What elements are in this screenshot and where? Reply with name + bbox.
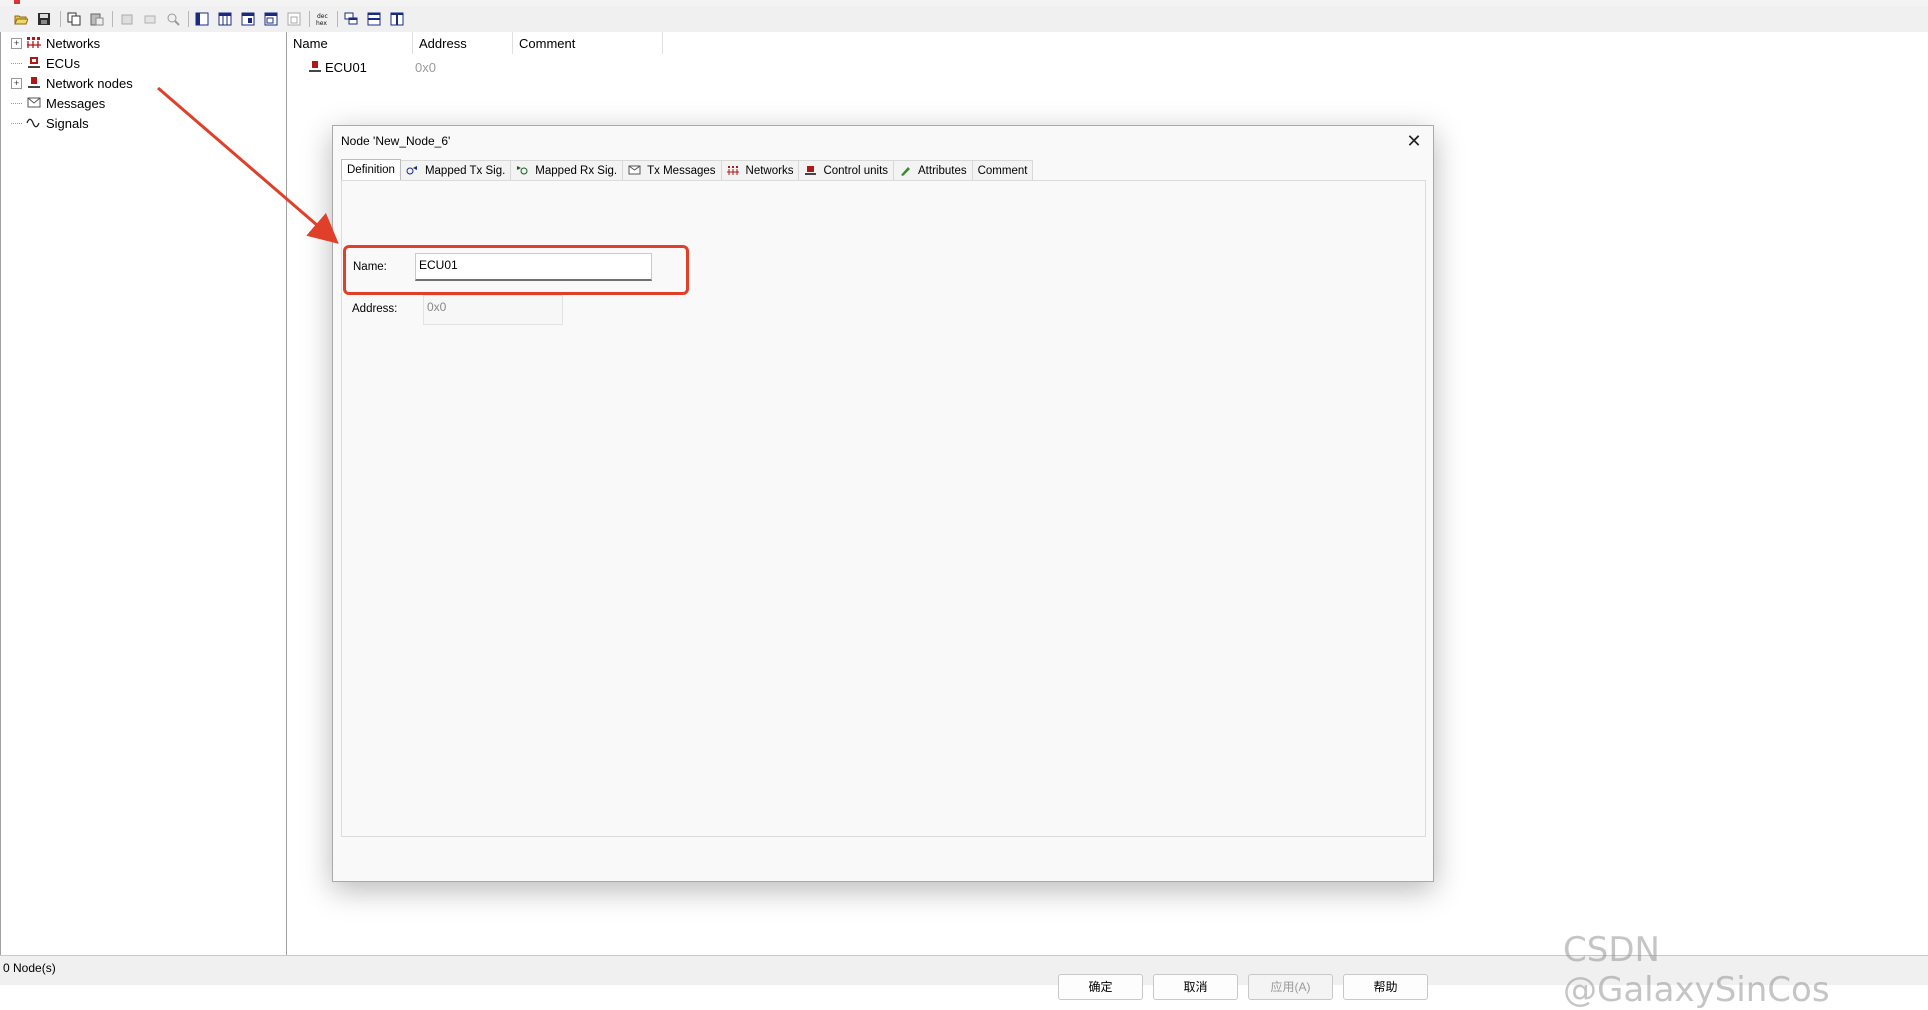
attributes-pen-icon (899, 165, 912, 176)
open-folder-icon[interactable] (12, 10, 30, 28)
dialog-title: Node 'New_Node_6' (341, 134, 451, 148)
apply-button[interactable]: 应用(A) (1248, 974, 1333, 1000)
tree-item-network-nodes[interactable]: + Network nodes (11, 73, 133, 93)
name-field-highlight-box (343, 245, 689, 295)
view-columns-icon[interactable] (216, 10, 234, 28)
watermark: CSDN @GalaxySinCos (1563, 930, 1830, 1010)
tab-label: Definition (347, 164, 395, 176)
node-count-status: 0 Node(s) (3, 961, 56, 975)
tab-mapped-tx-sig[interactable]: Mapped Tx Sig. (399, 160, 512, 180)
cascade-windows-icon[interactable] (342, 10, 360, 28)
svg-text:hex: hex (316, 20, 327, 26)
column-header-comment[interactable]: Comment (513, 32, 663, 54)
view-details-icon[interactable] (239, 10, 257, 28)
toolbar: dec hex (0, 6, 1928, 33)
tree-item-label: Networks (46, 35, 101, 51)
tab-label: Comment (977, 164, 1028, 177)
toolbar-separator (337, 11, 338, 27)
tree-connector (11, 102, 22, 104)
svg-text:dec: dec (317, 13, 328, 20)
row-address: 0x0 (415, 59, 436, 75)
tab-control-units[interactable]: Control units (798, 160, 895, 180)
column-header-name[interactable]: Name (287, 32, 413, 54)
tab-label: Attributes (918, 164, 967, 177)
tree-item-label: ECUs (46, 55, 80, 71)
tree-connector (11, 62, 22, 64)
networks-icon (26, 36, 42, 50)
app-mark (14, 0, 20, 4)
tree-item-networks[interactable]: + Networks (11, 33, 100, 53)
help-button[interactable]: 帮助 (1343, 974, 1428, 1000)
address-input[interactable]: 0x0 (423, 295, 563, 325)
mapped-tx-signal-icon (406, 165, 419, 176)
tree-item-signals[interactable]: Signals (11, 113, 89, 133)
tree-item-ecus[interactable]: ECUs (11, 53, 80, 73)
table-row[interactable]: ECU01 0x0 (307, 58, 515, 76)
ecu-icon (26, 56, 42, 70)
ok-button[interactable]: 确定 (1058, 974, 1143, 1000)
tree-item-label: Messages (46, 95, 106, 111)
cancel-button[interactable]: 取消 (1153, 974, 1238, 1000)
tree-item-label: Signals (46, 115, 89, 131)
view-tree-icon[interactable] (193, 10, 211, 28)
properties-disabled-icon[interactable] (118, 10, 136, 28)
signal-wave-icon (26, 116, 42, 130)
view-disabled-icon[interactable] (285, 10, 303, 28)
tab-label: Mapped Tx Sig. (424, 164, 506, 177)
toolbar-separator (112, 11, 113, 27)
paste-icon[interactable] (88, 10, 106, 28)
object-tree-panel: + Networks ECUs + Network nodes Messages… (0, 32, 288, 955)
tab-definition[interactable]: Definition (341, 159, 401, 180)
expand-icon[interactable]: + (11, 77, 22, 89)
tab-label: Networks (745, 164, 794, 177)
tab-label: Tx Messages (647, 164, 716, 177)
dec-hex-toggle-icon[interactable]: dec hex (313, 10, 331, 28)
tab-networks[interactable]: Networks (720, 160, 800, 180)
network-node-icon (26, 76, 42, 90)
tile-vertical-icon[interactable] (388, 10, 406, 28)
tree-connector (11, 122, 22, 124)
close-icon[interactable]: ✕ (1403, 130, 1425, 152)
tab-label: Mapped Rx Sig. (535, 164, 618, 177)
network-node-icon (307, 60, 323, 74)
tab-comment[interactable]: Comment (971, 160, 1034, 180)
column-header-address[interactable]: Address (413, 32, 513, 54)
tab-tx-messages[interactable]: Tx Messages (622, 160, 722, 180)
node-properties-dialog: Node 'New_Node_6' ✕ Definition Mapped Tx… (332, 125, 1434, 1000)
view-window-icon[interactable] (262, 10, 280, 28)
toolbar-separator (188, 11, 189, 27)
row-name: ECU01 (325, 59, 367, 75)
message-envelope-icon (628, 165, 641, 176)
tile-horizontal-icon[interactable] (365, 10, 383, 28)
tree-item-messages[interactable]: Messages (11, 93, 105, 113)
tab-label: Control units (823, 164, 889, 177)
tab-mapped-rx-sig[interactable]: Mapped Rx Sig. (510, 160, 624, 180)
dialog-tab-bar: Definition Mapped Tx Sig. Mapped Rx Sig.… (341, 159, 1034, 180)
expand-icon[interactable]: + (11, 37, 22, 49)
tab-attributes[interactable]: Attributes (893, 160, 973, 180)
tree-item-label: Network nodes (46, 75, 133, 91)
ecu-icon (804, 165, 817, 176)
mapped-rx-signal-icon (516, 165, 529, 176)
copy-icon[interactable] (65, 10, 83, 28)
address-label: Address: (352, 303, 398, 315)
save-icon[interactable] (35, 10, 53, 28)
toolbar-separator (60, 11, 61, 27)
toolbar-separator (309, 11, 310, 27)
message-envelope-icon (26, 96, 42, 110)
find-icon[interactable] (164, 10, 182, 28)
networks-icon (726, 165, 740, 176)
edit-disabled-icon[interactable] (141, 10, 159, 28)
